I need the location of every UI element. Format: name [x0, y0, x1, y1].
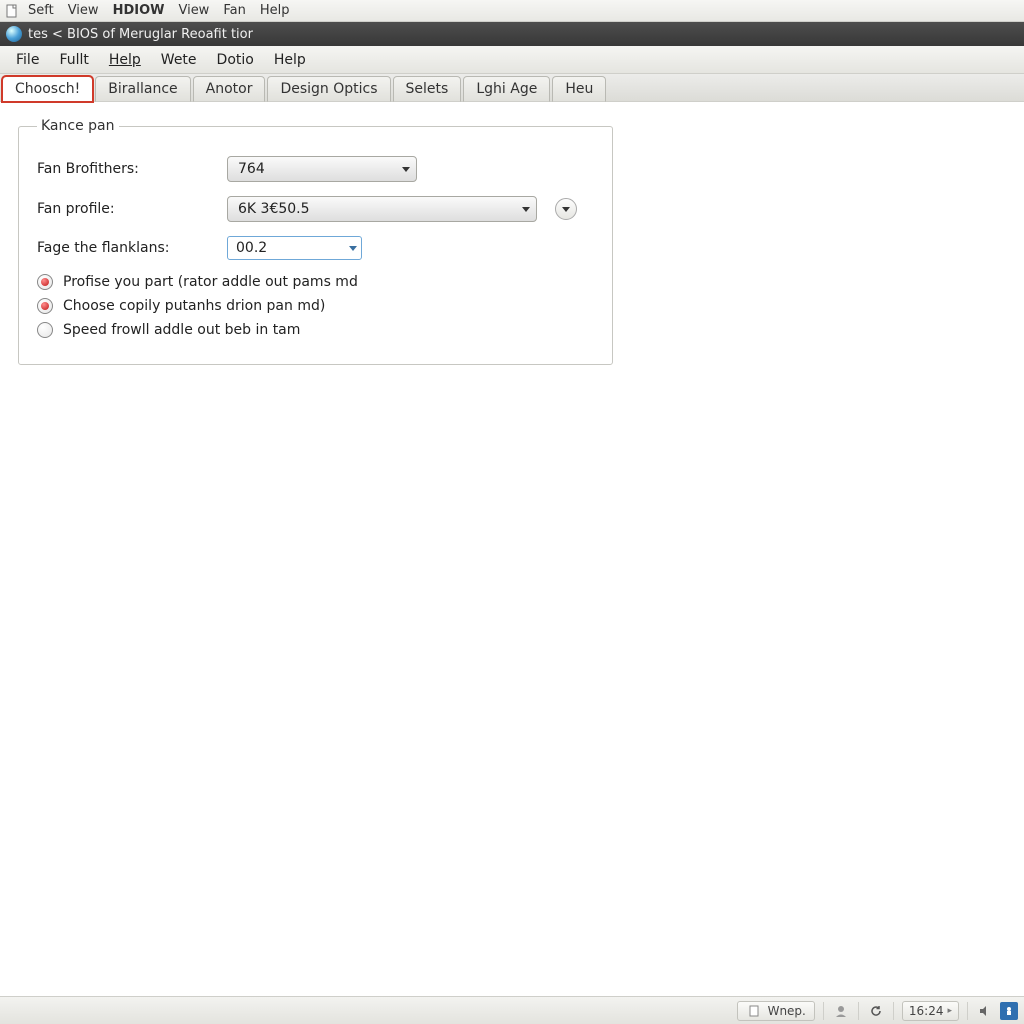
os-menu-view2[interactable]: View — [172, 1, 215, 20]
tab-birallance[interactable]: Birallance — [95, 76, 190, 102]
divider — [893, 1002, 894, 1020]
menu-fullt[interactable]: Fullt — [49, 48, 98, 72]
radio-speed[interactable] — [37, 322, 53, 338]
divider — [967, 1002, 968, 1020]
menu-help[interactable]: Help — [99, 48, 151, 72]
window-title: tes < BIOS of Meruglar Reoafit tior — [28, 27, 253, 42]
radio-row-2[interactable]: Speed frowll addle out beb in tam — [37, 322, 594, 338]
label-brofithers: Fan Brofithers: — [37, 161, 217, 177]
volume-icon[interactable] — [976, 1002, 994, 1020]
row-flanklans: Fage the flanklans: 00.2 — [37, 236, 594, 260]
app-menubar: File Fullt Help Wete Dotio Help — [0, 46, 1024, 74]
taskbar-clock[interactable]: 16:24 ▸ — [902, 1001, 959, 1021]
combo-profile-value: 6K 3€50.5 — [238, 201, 310, 217]
user-icon[interactable] — [832, 1002, 850, 1020]
radio-profise[interactable] — [37, 274, 53, 290]
menu-wete[interactable]: Wete — [151, 48, 207, 72]
document-icon — [746, 1002, 764, 1020]
os-menu-fan[interactable]: Fan — [217, 1, 252, 20]
menu-dotio[interactable]: Dotio — [207, 48, 264, 72]
chevron-down-icon — [562, 207, 570, 212]
os-menu-seft[interactable]: Seft — [22, 1, 60, 20]
tab-lghi-age[interactable]: Lghi Age — [463, 76, 550, 102]
divider — [858, 1002, 859, 1020]
row-brofithers: Fan Brofithers: 764 — [37, 156, 594, 182]
clock-text: 16:24 — [909, 1004, 944, 1018]
radio-profise-label: Profise you part (rator addle out pams m… — [63, 274, 358, 290]
tab-selets[interactable]: Selets — [393, 76, 462, 102]
os-menu-hdiow[interactable]: HDIOW — [107, 1, 171, 20]
tab-choosch[interactable]: Choosch! — [2, 76, 93, 102]
os-menu-view[interactable]: View — [62, 1, 105, 20]
tray-app-icon[interactable] — [1000, 1002, 1018, 1020]
radio-row-0[interactable]: Profise you part (rator addle out pams m… — [37, 274, 594, 290]
tab-design-optics[interactable]: Design Optics — [267, 76, 390, 102]
kance-pan-group: Kance pan Fan Brofithers: 764 Fan profil… — [18, 118, 613, 365]
content-area: Kance pan Fan Brofithers: 764 Fan profil… — [0, 102, 1024, 996]
document-icon — [4, 3, 20, 19]
combo-flanklans[interactable]: 00.2 — [227, 236, 362, 260]
label-profile: Fan profile: — [37, 201, 217, 217]
radio-row-1[interactable]: Choose copily putanhs drion pan md) — [37, 298, 594, 314]
radio-choose[interactable] — [37, 298, 53, 314]
menu-help2[interactable]: Help — [264, 48, 316, 72]
radio-speed-label: Speed frowll addle out beb in tam — [63, 322, 300, 338]
combo-flanklans-value: 00.2 — [236, 240, 267, 256]
chevron-down-icon — [349, 246, 357, 251]
window-titlebar: tes < BIOS of Meruglar Reoafit tior — [0, 22, 1024, 46]
label-flanklans: Fage the flanklans: — [37, 240, 217, 256]
tab-strip: Choosch! Birallance Anotor Design Optics… — [0, 74, 1024, 102]
taskbar-app-label: Wnep. — [768, 1004, 806, 1018]
os-menubar: Seft View HDIOW View Fan Help — [0, 0, 1024, 22]
combo-brofithers-value: 764 — [238, 161, 265, 177]
tab-anotor[interactable]: Anotor — [193, 76, 266, 102]
combo-profile[interactable]: 6K 3€50.5 — [227, 196, 537, 222]
radio-choose-label: Choose copily putanhs drion pan md) — [63, 298, 325, 314]
globe-icon — [6, 26, 22, 42]
menu-file[interactable]: File — [6, 48, 49, 72]
refresh-icon[interactable] — [867, 1002, 885, 1020]
taskbar-app-button[interactable]: Wnep. — [737, 1001, 815, 1021]
combo-brofithers[interactable]: 764 — [227, 156, 417, 182]
profile-expand-button[interactable] — [555, 198, 577, 220]
chevron-down-icon — [402, 167, 410, 172]
os-menu-help[interactable]: Help — [254, 1, 296, 20]
chevron-down-icon — [522, 207, 530, 212]
tab-heu[interactable]: Heu — [552, 76, 606, 102]
taskbar: Wnep. 16:24 ▸ — [0, 996, 1024, 1024]
divider — [823, 1002, 824, 1020]
group-legend: Kance pan — [37, 118, 119, 134]
row-profile: Fan profile: 6K 3€50.5 — [37, 196, 594, 222]
